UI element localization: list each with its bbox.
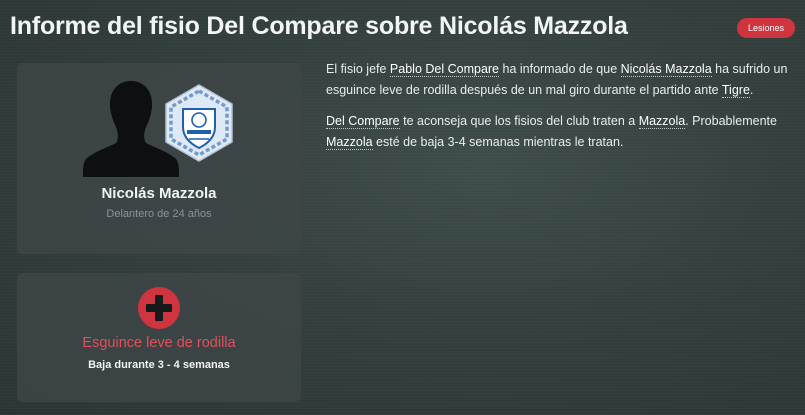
injury-name: Esguince leve de rodilla <box>82 335 236 351</box>
report-text: te aconseja que los fisios del club trat… <box>399 114 639 128</box>
report-text: . <box>749 83 754 97</box>
staff-link-del-compare[interactable]: Del Compare <box>326 114 400 129</box>
report-text: esté de baja 3-4 semanas mientras le tra… <box>372 135 624 149</box>
report-paragraph-1: El fisio jefe Pablo Del Compare ha infor… <box>326 59 796 101</box>
club-crest-icon[interactable] <box>159 83 239 163</box>
category-badge-lesiones[interactable]: Lesiones <box>736 18 795 38</box>
player-name[interactable]: Nicolás Mazzola <box>17 185 301 202</box>
player-position-age: Delantero de 24 años <box>106 208 212 220</box>
physio-report-text: El fisio jefe Pablo Del Compare ha infor… <box>326 59 796 163</box>
page-title: Informe del fisio Del Compare sobre Nico… <box>10 12 628 40</box>
staff-link-pablo-del-compare[interactable]: Pablo Del Compare <box>389 62 500 77</box>
injury-duration: Baja durante 3 - 4 semanas <box>88 359 230 371</box>
report-text: El fisio jefe <box>326 62 390 76</box>
report-text: . Probablemente <box>685 114 777 128</box>
report-text: ha informado de que <box>499 62 621 76</box>
medical-cross-icon <box>138 287 180 329</box>
player-link-mazzola[interactable]: Mazzola <box>638 114 686 129</box>
report-paragraph-2: Del Compare te aconseja que los fisios d… <box>326 111 796 153</box>
player-link-mazzola[interactable]: Mazzola <box>326 135 373 150</box>
club-link-tigre[interactable]: Tigre <box>721 83 750 98</box>
player-card: Nicolás Mazzola Delantero de 24 años <box>17 63 301 254</box>
player-link-nicolas-mazzola[interactable]: Nicolás Mazzola <box>620 62 712 77</box>
injury-card: Esguince leve de rodilla Baja durante 3 … <box>17 273 301 402</box>
